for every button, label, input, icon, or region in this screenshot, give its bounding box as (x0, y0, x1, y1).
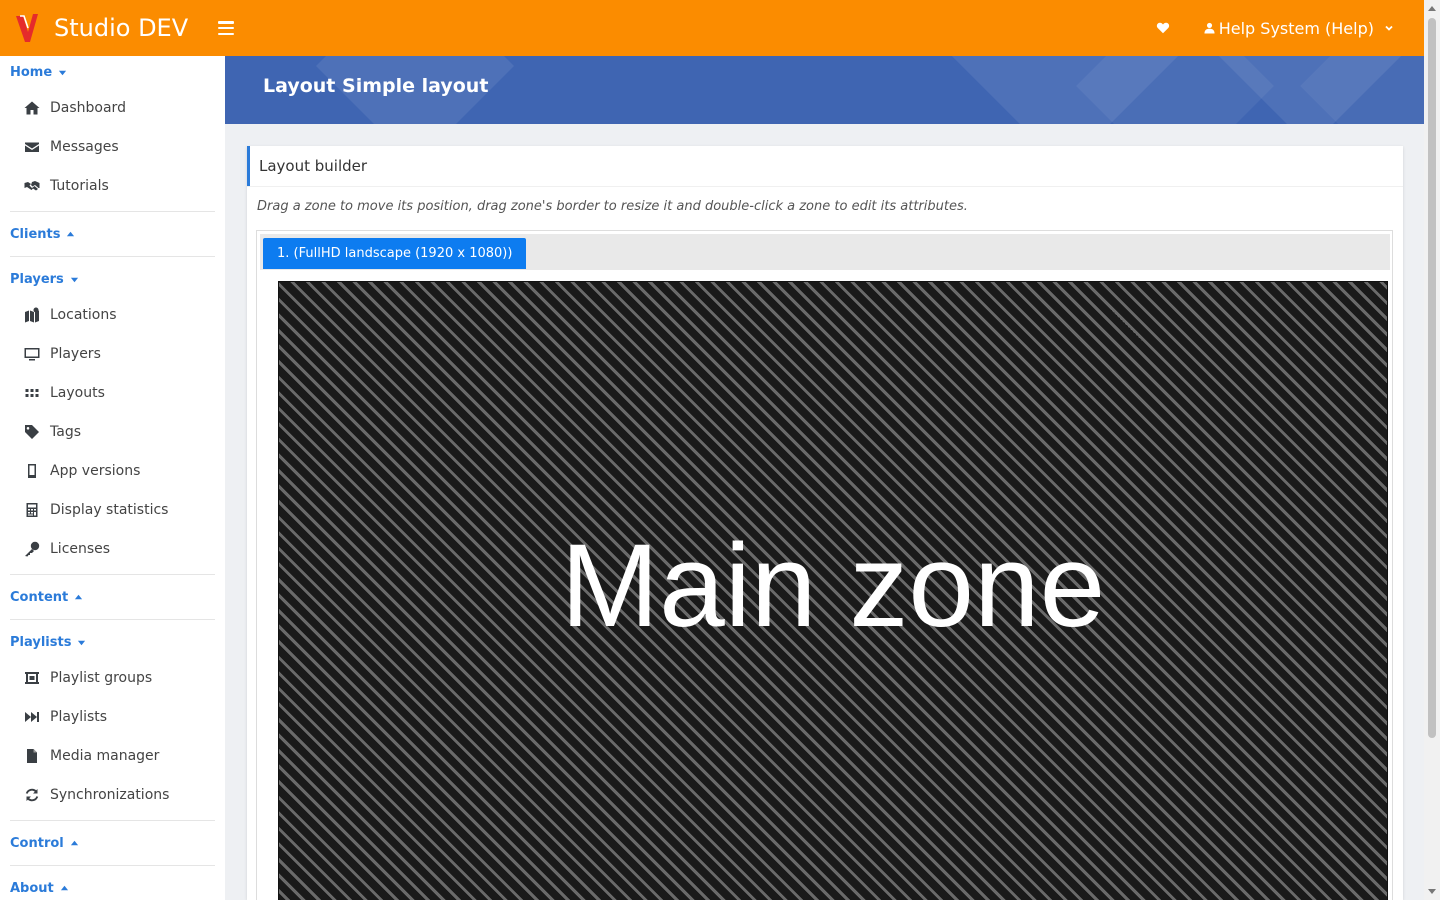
grid-icon (23, 384, 40, 401)
scroll-up-icon[interactable] (1428, 6, 1436, 11)
sidebar-item-players[interactable]: Players (0, 334, 225, 373)
sidebar-item-playlist-groups[interactable]: Playlist groups (0, 658, 225, 697)
main-zone[interactable]: Main zone (278, 281, 1388, 900)
sidebar-item-licenses[interactable]: Licenses (0, 529, 225, 568)
page-title: Layout Simple layout (263, 75, 489, 97)
page-header-banner: Layout Simple layout (225, 56, 1424, 124)
caret-down-icon (59, 70, 67, 75)
chevron-down-icon (1385, 25, 1393, 31)
caret-down-icon (70, 277, 78, 282)
layout-builder-card: Layout builder Drag a zone to move its p… (247, 146, 1403, 900)
sidebar-divider (10, 820, 215, 821)
key-icon (23, 540, 40, 557)
sidebar-section-playlists[interactable]: Playlists (0, 626, 225, 658)
sidebar-divider (10, 211, 215, 212)
sidebar-item-dashboard[interactable]: Dashboard (0, 88, 225, 127)
scrollbar-thumb[interactable] (1428, 18, 1436, 738)
sidebar-item-media-manager[interactable]: Media manager (0, 736, 225, 775)
fast-forward-icon (23, 708, 40, 725)
card-title: Layout builder (247, 146, 1403, 186)
caret-up-icon (75, 594, 83, 599)
tag-icon (23, 423, 40, 440)
sidebar-section-about[interactable]: About (0, 872, 225, 900)
layout-builder: 1. (FullHD landscape (1920 x 1080)) Main… (256, 230, 1393, 900)
sidebar-divider (10, 256, 215, 257)
envelope-icon (23, 138, 40, 155)
map-icon (23, 306, 40, 323)
caret-up-icon (70, 840, 78, 845)
user-name: Help System (Help) (1218, 18, 1374, 38)
sidebar-item-layouts[interactable]: Layouts (0, 373, 225, 412)
calculator-icon (23, 501, 40, 518)
top-navbar: Studio DEV Help System (Help) (0, 0, 1424, 56)
sidebar-item-playlists[interactable]: Playlists (0, 697, 225, 736)
sync-icon (23, 786, 40, 803)
menu-toggle-icon[interactable] (218, 21, 235, 35)
sidebar-section-home[interactable]: Home (0, 56, 225, 88)
sidebar-item-app-versions[interactable]: App versions (0, 451, 225, 490)
user-icon (1204, 22, 1215, 34)
resolution-tabs: 1. (FullHD landscape (1920 x 1080)) (260, 234, 1390, 270)
sidebar: Home Dashboard Messages Tutorials Client… (0, 56, 225, 900)
file-icon (23, 747, 40, 764)
sidebar-divider (10, 865, 215, 866)
sidebar-section-clients[interactable]: Clients (0, 218, 225, 250)
app-brand[interactable]: Studio DEV (54, 14, 188, 42)
sidebar-item-locations[interactable]: Locations (0, 295, 225, 334)
sidebar-item-tags[interactable]: Tags (0, 412, 225, 451)
sidebar-divider (10, 619, 215, 620)
home-icon (23, 99, 40, 116)
handshake-icon (23, 177, 40, 194)
sidebar-section-control[interactable]: Control (0, 827, 225, 859)
caret-up-icon (67, 231, 75, 236)
sidebar-item-synchronizations[interactable]: Synchronizations (0, 775, 225, 814)
heart-icon[interactable] (1156, 21, 1170, 35)
sidebar-item-display-statistics[interactable]: Display statistics (0, 490, 225, 529)
sidebar-divider (10, 574, 215, 575)
crop-icon (23, 669, 40, 686)
page-scrollbar[interactable] (1424, 0, 1440, 900)
app-logo-icon[interactable] (14, 12, 42, 44)
tab-fullhd-landscape[interactable]: 1. (FullHD landscape (1920 x 1080)) (263, 238, 527, 269)
user-menu[interactable]: Help System (Help) (1204, 19, 1394, 38)
sidebar-section-content[interactable]: Content (0, 581, 225, 613)
mobile-icon (23, 462, 40, 479)
sidebar-section-players[interactable]: Players (0, 263, 225, 295)
scroll-down-icon[interactable] (1428, 889, 1436, 894)
zone-label: Main zone (560, 520, 1106, 652)
caret-up-icon (60, 885, 68, 890)
caret-down-icon (78, 640, 86, 645)
sidebar-item-tutorials[interactable]: Tutorials (0, 166, 225, 205)
monitor-icon (23, 345, 40, 362)
builder-instructions: Drag a zone to move its position, drag z… (247, 186, 1403, 226)
sidebar-item-messages[interactable]: Messages (0, 127, 225, 166)
